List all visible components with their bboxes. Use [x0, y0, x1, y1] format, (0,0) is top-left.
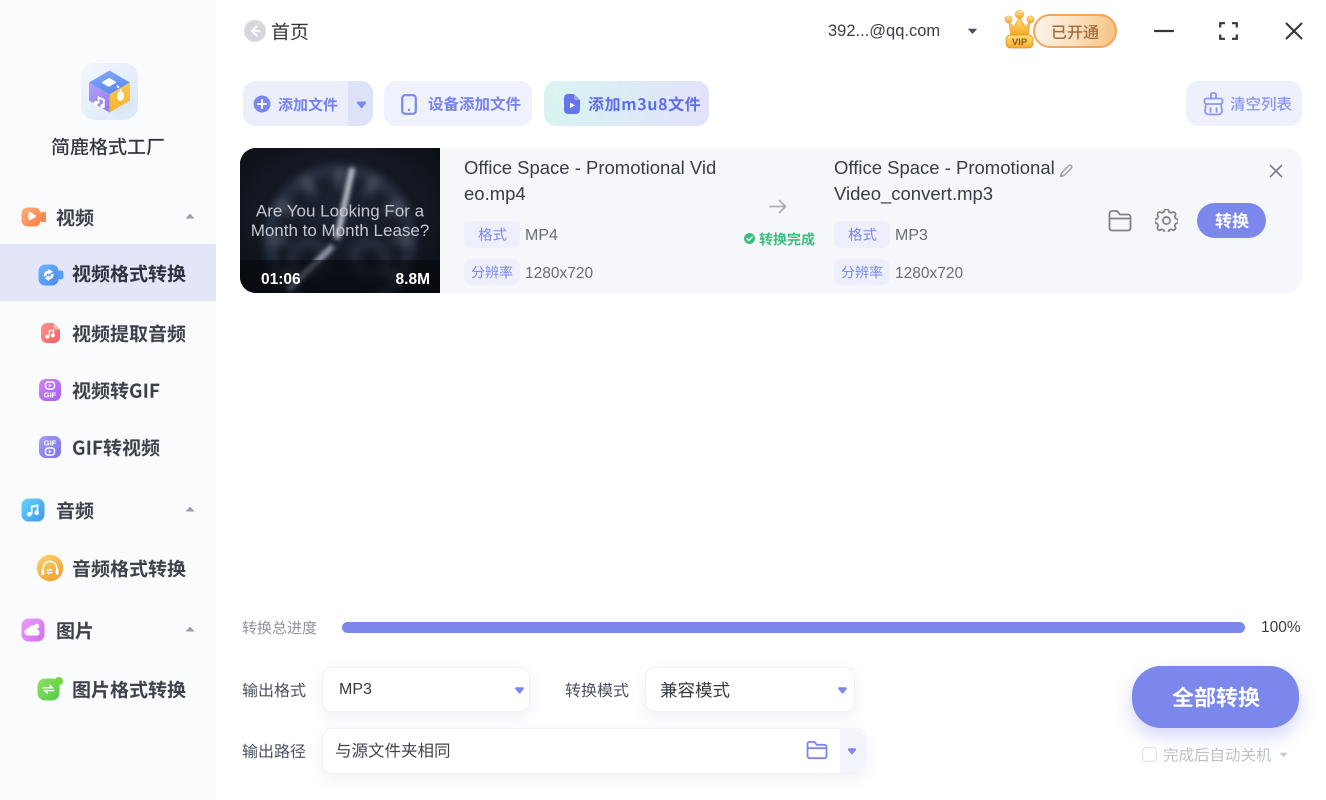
svg-text:VIP: VIP: [1012, 37, 1028, 48]
svg-text:Are You Looking For a: Are You Looking For a: [256, 202, 425, 221]
svg-text:8.8M: 8.8M: [396, 271, 430, 288]
svg-text:GIF: GIF: [44, 391, 57, 400]
svg-text:Month to Month Lease?: Month to Month Lease?: [251, 221, 430, 240]
svg-text:01:06: 01:06: [261, 271, 301, 288]
svg-text:GIF: GIF: [44, 439, 57, 448]
